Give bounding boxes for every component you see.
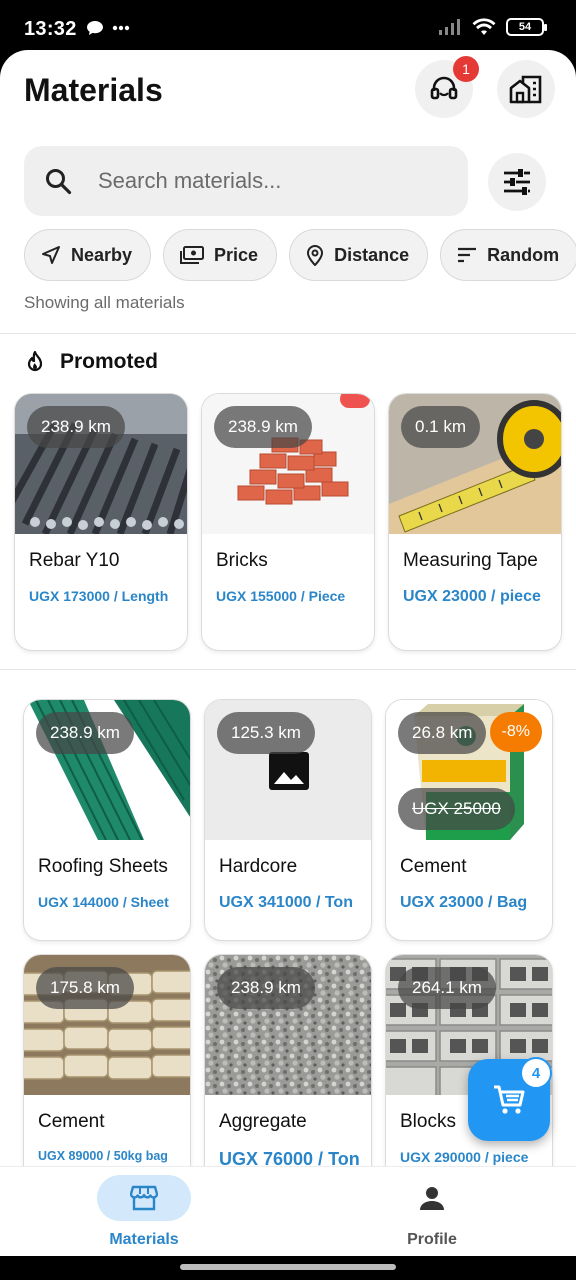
promoted-title: Promoted: [60, 350, 159, 373]
product-name: Roofing Sheets: [38, 856, 168, 877]
chip-random[interactable]: Random: [440, 229, 576, 281]
product-price: UGX 173000 / Length: [29, 588, 169, 604]
nav-profile[interactable]: Profile: [352, 1175, 512, 1249]
filter-settings-button[interactable]: [488, 153, 546, 211]
distance-badge: 0.1 km: [401, 406, 481, 448]
status-bar: 13:32 54: [0, 0, 576, 56]
signal-icon: [439, 19, 460, 35]
search-icon: [46, 169, 72, 195]
promoted-heading: Promoted: [24, 350, 158, 374]
old-price-badge: UGX 25000: [398, 788, 515, 830]
sort-lines-icon: [458, 247, 477, 263]
status-time: 13:32: [24, 18, 77, 40]
product-price: UGX 144000 / Sheet: [38, 894, 169, 910]
product-price: UGX 341000 / Ton: [219, 894, 353, 911]
material-card-roofing-sheets[interactable]: 238.9 km Roofing Sheets UGX 144000 / She…: [23, 699, 191, 941]
product-price: UGX 155000 / Piece: [216, 588, 346, 604]
distance-badge: 238.9 km: [27, 406, 125, 448]
tune-sliders-icon: [504, 169, 530, 195]
store-button[interactable]: [497, 60, 555, 118]
person-icon: [420, 1187, 444, 1210]
discount-badge: -8%: [489, 712, 542, 752]
product-name: Cement: [400, 856, 467, 877]
nav-materials-label: Materials: [109, 1231, 179, 1248]
product-name: Cement: [38, 1111, 105, 1132]
search-input[interactable]: [98, 168, 438, 194]
promoted-card-bricks[interactable]: 238.9 km Bricks UGX 155000 / Piece: [201, 393, 375, 651]
status-notification-icons: [86, 20, 130, 36]
image-placeholder-icon: [269, 752, 309, 790]
chip-distance[interactable]: Distance: [289, 229, 429, 281]
support-badge: 1: [453, 56, 479, 82]
building-icon: [509, 75, 542, 104]
cash-icon: [180, 246, 205, 264]
chip-label: Distance: [334, 244, 410, 265]
distance-badge: 238.9 km: [36, 712, 134, 754]
app-screen: Materials 1 Nearby Price Distance Random: [0, 50, 576, 1256]
distance-badge: 125.3 km: [217, 712, 315, 754]
material-card-cement-discounted[interactable]: 26.8 km -8% UGX 25000 Cement UGX 23000 /…: [385, 699, 553, 941]
headset-icon: [430, 76, 458, 100]
bottom-navigation: Materials Profile: [0, 1166, 576, 1256]
status-system-icons: 54: [438, 18, 547, 36]
material-card-cement[interactable]: 175.8 km Cement UGX 89000 / 50kg bag: [23, 954, 191, 1196]
navigation-arrow-icon: [42, 246, 60, 264]
product-name: Hardcore: [219, 856, 298, 877]
chip-label: Price: [214, 244, 259, 265]
product-price: UGX 23000 / Bag: [400, 894, 528, 911]
gesture-bar[interactable]: [180, 1264, 396, 1270]
distance-badge: 238.9 km: [217, 967, 315, 1009]
nav-profile-label: Profile: [407, 1231, 457, 1248]
distance-badge: 238.9 km: [214, 406, 312, 448]
battery-indicator: 54: [506, 18, 547, 36]
distance-badge: 26.8 km: [398, 712, 487, 754]
nav-profile-icon-wrap: [385, 1175, 479, 1221]
fire-icon: [27, 350, 43, 372]
nav-active-indicator: [97, 1175, 191, 1221]
product-price: UGX 89000 / 50kg bag: [38, 1149, 168, 1163]
more-dots-icon: [112, 25, 130, 31]
cart-count-badge: 4: [520, 1057, 552, 1089]
page-title: Materials: [24, 72, 163, 108]
promoted-card-measuring-tape[interactable]: 0.1 km Measuring Tape UGX 23000 / piece: [388, 393, 562, 651]
chip-nearby[interactable]: Nearby: [24, 229, 152, 281]
distance-badge: 175.8 km: [36, 967, 134, 1009]
divider: [0, 333, 576, 334]
divider: [0, 669, 576, 670]
chip-label: Nearby: [71, 244, 133, 265]
material-card-aggregate[interactable]: 238.9 km Aggregate UGX 76000 / Ton: [204, 954, 372, 1196]
chip-price[interactable]: Price: [163, 229, 278, 281]
product-name: Aggregate: [219, 1111, 307, 1132]
chat-bubble-icon: [87, 21, 103, 35]
chip-label: Random: [487, 244, 560, 265]
product-name: Measuring Tape: [403, 550, 538, 571]
product-price: UGX 23000 / piece: [403, 588, 541, 605]
product-name: Rebar Y10: [29, 550, 120, 571]
product-name: Blocks: [400, 1111, 456, 1132]
filter-status-text: Showing all materials: [24, 293, 185, 312]
location-pin-icon: [307, 245, 324, 266]
wifi-icon: [472, 18, 496, 35]
cart-button[interactable]: 4: [468, 1057, 552, 1141]
support-button[interactable]: 1: [415, 56, 479, 118]
product-price: UGX 290000 / piece: [400, 1149, 529, 1165]
nav-materials[interactable]: Materials: [64, 1175, 224, 1249]
search-bar[interactable]: [24, 146, 468, 216]
filter-chips: Nearby Price Distance Random: [24, 229, 576, 281]
distance-badge: 264.1 km: [398, 967, 496, 1009]
product-name: Bricks: [216, 550, 268, 571]
material-card-hardcore[interactable]: 125.3 km Hardcore UGX 341000 / Ton: [204, 699, 372, 941]
storefront-icon: [130, 1185, 158, 1211]
shopping-cart-icon: [494, 1085, 525, 1114]
promoted-card-rebar[interactable]: 238.9 km Rebar Y10 UGX 173000 / Length: [14, 393, 188, 651]
